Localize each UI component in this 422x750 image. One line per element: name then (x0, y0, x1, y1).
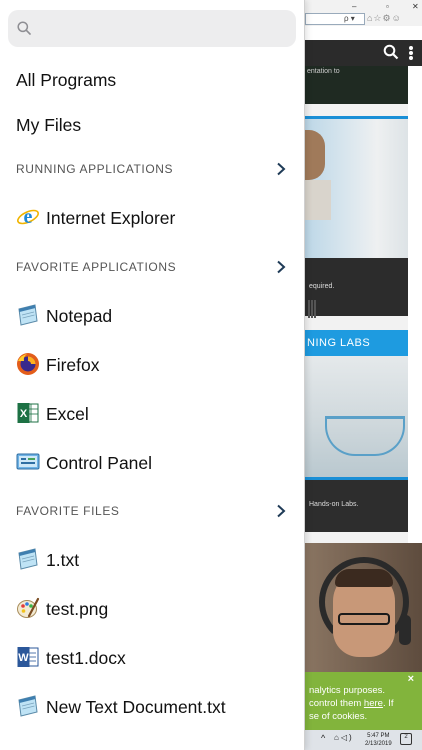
headphones-photo (305, 543, 422, 673)
tray-expand-icon[interactable]: ^ (321, 733, 325, 743)
app-firefox[interactable]: Firefox (16, 350, 296, 380)
tray-icons[interactable]: ⌂◁) (334, 733, 354, 742)
excel-icon: X (17, 403, 39, 423)
svg-text:e: e (24, 206, 33, 228)
app-drawer: All Programs My Files RUNNING APPLICATIO… (0, 0, 305, 750)
drawer-resize-handle[interactable] (308, 300, 316, 318)
close-icon[interactable]: ✕ (412, 2, 419, 11)
chevron-right-icon[interactable] (276, 260, 286, 274)
windows-taskbar: ^ ⌂◁) 5:47 PM 2/13/2019 2 (305, 730, 422, 750)
browser-toolbar-icons[interactable]: ⌂☆⚙☺ (367, 13, 402, 24)
hero-image (305, 116, 408, 258)
taskbar-clock[interactable]: 5:47 PM 2/13/2019 (365, 732, 392, 748)
app-internet-explorer[interactable]: e Internet Explorer (16, 203, 296, 233)
site-header (305, 40, 422, 66)
file-new-text-document-txt[interactable]: New Text Document.txt (16, 692, 296, 722)
restore-icon[interactable]: ▫ (386, 2, 389, 11)
chevron-right-icon[interactable] (276, 162, 286, 176)
cookie-banner: × nalytics purposes. control them here. … (305, 672, 422, 730)
svg-text:W: W (18, 652, 29, 664)
site-menu-kebab-icon[interactable] (408, 45, 414, 61)
page-caption: equired. (305, 258, 408, 316)
paint-file-icon (17, 597, 40, 618)
section-favorite-applications[interactable]: FAVORITE APPLICATIONS (16, 257, 292, 277)
app-notepad[interactable]: Notepad (16, 301, 296, 331)
internet-explorer-icon: e (17, 206, 39, 228)
all-programs-item[interactable]: All Programs (16, 65, 296, 95)
notification-icon[interactable]: 2 (400, 733, 412, 745)
labs-image (305, 356, 408, 478)
cookie-close-icon[interactable]: × (408, 673, 414, 686)
labs-caption: Hands-on Labs. (305, 480, 408, 532)
my-files-item[interactable]: My Files (16, 110, 296, 140)
word-file-icon: W (17, 647, 39, 667)
section-favorite-files[interactable]: FAVORITE FILES (16, 501, 292, 521)
chevron-right-icon[interactable] (276, 504, 286, 518)
control-panel-icon (16, 453, 40, 470)
window-controls: – ▫ ✕ (350, 2, 422, 12)
search-bar[interactable] (8, 10, 296, 47)
file-test1-docx[interactable]: W test1.docx (16, 643, 296, 673)
site-top-bar (305, 26, 422, 40)
text-file-icon (18, 548, 38, 570)
file-1-txt[interactable]: 1.txt (16, 545, 296, 575)
site-search-icon[interactable] (383, 44, 399, 60)
search-icon (17, 21, 31, 35)
text-file-icon (18, 695, 38, 717)
firefox-icon (17, 353, 39, 375)
file-test-png[interactable]: test.png (16, 594, 296, 624)
page-strip: entation to (305, 66, 408, 104)
section-running-applications[interactable]: RUNNING APPLICATIONS (16, 159, 292, 179)
app-excel[interactable]: X Excel (16, 399, 296, 429)
search-input[interactable] (40, 18, 290, 40)
svg-text:X: X (20, 408, 28, 420)
labs-banner[interactable]: NING LABS (305, 330, 408, 356)
notepad-icon (18, 304, 38, 326)
cookie-settings-link[interactable]: here (364, 698, 383, 709)
address-bar[interactable]: ρ ▾ (305, 13, 365, 25)
app-control-panel[interactable]: Control Panel (16, 448, 296, 478)
minimize-icon[interactable]: – (352, 2, 356, 11)
